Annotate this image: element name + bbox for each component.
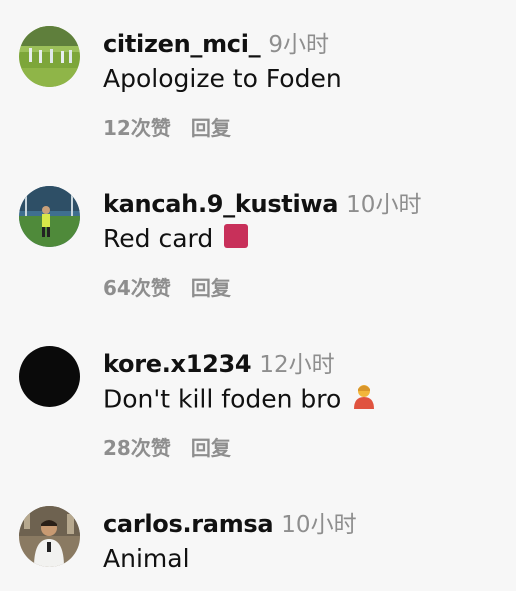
like-count[interactable]: 28次赞 <box>103 436 171 460</box>
comment-text: Apologize to Foden <box>103 64 342 93</box>
avatar[interactable] <box>19 26 80 87</box>
like-count[interactable]: 12次赞 <box>103 116 171 140</box>
football-pitch-photo <box>19 26 80 87</box>
comment-text: Don't kill foden bro <box>103 384 342 414</box>
black-circle <box>19 346 80 407</box>
comment-username[interactable]: citizen_mci_ <box>103 30 261 58</box>
comment-timestamp: 10小时 <box>346 192 422 218</box>
comment-username[interactable]: kancah.9_kustiwa <box>103 190 338 218</box>
reply-button[interactable]: 回复 <box>191 116 231 140</box>
person-portrait-photo <box>19 506 80 567</box>
avatar[interactable] <box>19 506 80 567</box>
comment-text: Red card <box>103 224 214 253</box>
avatar[interactable] <box>19 346 80 407</box>
comment-timestamp: 12小时 <box>259 352 335 378</box>
comment-username[interactable]: kore.x1234 <box>103 350 252 378</box>
red-square-emoji <box>223 223 249 258</box>
avatar[interactable] <box>19 186 80 247</box>
reply-button[interactable]: 回复 <box>191 276 231 300</box>
comment-text: Animal <box>103 544 190 573</box>
comment-timestamp: 9小时 <box>268 32 329 58</box>
comment-timestamp: 10小时 <box>281 512 357 538</box>
comment-list: citizen_mci_ 9小时 Apologize to Foden 12次赞回… <box>0 0 516 591</box>
comment-username[interactable]: carlos.ramsa <box>103 510 274 538</box>
like-count[interactable]: 64次赞 <box>103 276 171 300</box>
player-on-pitch-photo <box>19 186 80 247</box>
person-emoji <box>351 382 377 419</box>
reply-button[interactable]: 回复 <box>191 436 231 460</box>
